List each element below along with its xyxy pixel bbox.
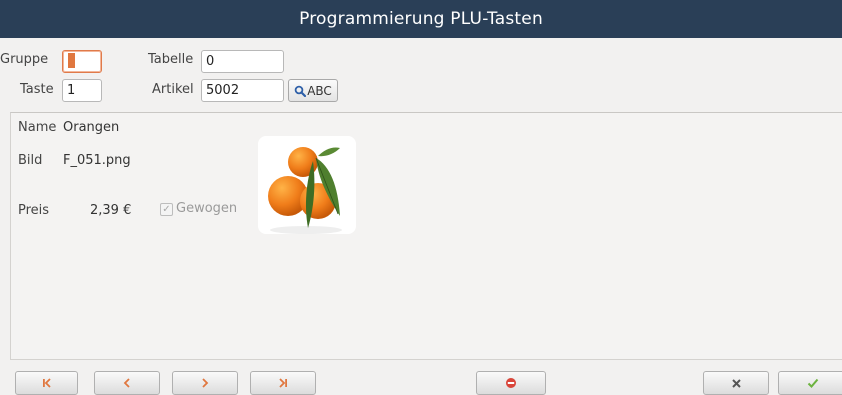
search-button-label: ABC (307, 83, 332, 98)
cancel-button[interactable] (476, 371, 546, 395)
name-label: Name (18, 120, 57, 135)
window-title: Programmierung PLU-Tasten (299, 9, 543, 29)
chevron-right-icon (199, 377, 211, 389)
bild-value: F_051.png (63, 153, 131, 168)
chevron-left-icon (121, 377, 133, 389)
first-record-button[interactable] (15, 371, 78, 395)
skip-first-icon (41, 377, 53, 389)
taste-input[interactable] (62, 79, 102, 102)
gewogen-label: Gewogen (176, 201, 238, 216)
taste-label: Taste (20, 82, 54, 97)
magnifier-icon (294, 85, 307, 97)
article-search-button[interactable]: ABC (288, 79, 338, 102)
window-title-bar: Programmierung PLU-Tasten (0, 0, 842, 38)
ok-button[interactable] (778, 371, 842, 395)
checkmark-icon (807, 377, 819, 389)
oranges-image (268, 147, 342, 234)
text-cursor (68, 53, 75, 68)
skip-last-icon (277, 377, 289, 389)
tabelle-label: Tabelle (148, 52, 194, 67)
no-entry-icon (505, 377, 517, 389)
product-image (258, 136, 356, 234)
bild-label: Bild (18, 153, 43, 168)
artikel-label: Artikel (152, 82, 194, 97)
gruppe-label: Gruppe (0, 52, 49, 67)
preis-value: 2,39 € (90, 203, 132, 218)
gewogen-checkbox[interactable]: ✓ (160, 203, 173, 216)
name-value: Orangen (63, 120, 120, 135)
article-details-panel (10, 112, 842, 360)
preis-label: Preis (18, 203, 50, 218)
next-record-button[interactable] (172, 371, 238, 395)
previous-record-button[interactable] (94, 371, 160, 395)
tabelle-input[interactable] (201, 50, 284, 73)
close-icon (731, 378, 742, 389)
artikel-input[interactable] (201, 79, 284, 102)
close-button[interactable] (703, 371, 769, 395)
last-record-button[interactable] (250, 371, 316, 395)
